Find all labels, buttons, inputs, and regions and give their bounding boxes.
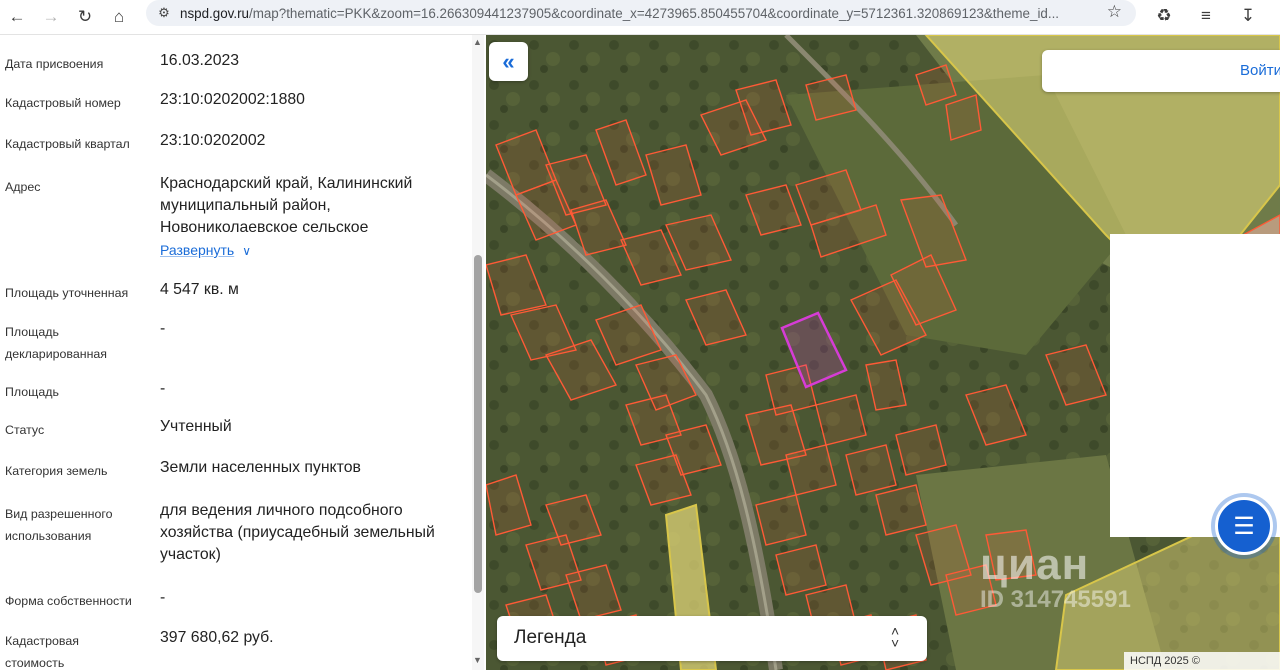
info-row-value-line: Новониколаевское сельское: [160, 219, 369, 236]
info-row-value[interactable]: -: [160, 587, 460, 609]
info-row-label-line: использования: [5, 529, 92, 543]
info-row-label-line: стоимость: [5, 656, 65, 670]
info-row-value[interactable]: Краснодарский край, Калининский муниципал…: [160, 173, 460, 239]
info-row-value-line: муниципальный район,: [160, 197, 331, 214]
puzzle-icon[interactable]: ♻: [1148, 2, 1180, 30]
map-info-overlay: [1110, 234, 1280, 537]
info-row-label: Площадь: [5, 385, 59, 399]
login-button[interactable]: Войти: [1240, 62, 1280, 79]
info-row-value[interactable]: 23:10:0202002:1880: [160, 89, 460, 111]
url-text[interactable]: nspd.gov.ru/map?thematic=PKK&zoom=16.266…: [180, 6, 1080, 21]
info-row-label: Площадь уточненная: [5, 286, 129, 300]
home-icon[interactable]: ⌂: [102, 2, 136, 32]
url-host: nspd.gov.ru: [180, 5, 249, 21]
legend-bar[interactable]: Легенда ˄ ˅: [497, 616, 927, 661]
info-row-value-line: участок): [160, 546, 221, 563]
chevron-down-icon: ∨: [242, 244, 252, 258]
scrollbar-thumb[interactable]: [474, 255, 482, 593]
info-row-label-line: декларированная: [5, 347, 108, 361]
scroll-up-icon[interactable]: ▲: [473, 37, 482, 47]
address-bar[interactable]: ⚙ nspd.gov.ru/map?thematic=PKK&zoom=16.2…: [146, 0, 1136, 26]
info-row-label: Вид разрешенного использования: [5, 503, 145, 547]
info-row-label-line: Кадастровая: [5, 634, 79, 648]
browser-toolbar: ← → ↻ ⌂ ⚙ nspd.gov.ru/map?thematic=PKK&z…: [0, 0, 1280, 35]
watermark-logo: циан: [980, 540, 1090, 589]
watermark-id: ID 314745591: [980, 586, 1131, 613]
tune-icon[interactable]: ⚙: [152, 5, 176, 21]
info-row-value-line: для ведения личного подсобного: [160, 502, 403, 519]
info-row-label: Форма собственности: [5, 594, 132, 608]
arrow-left-icon[interactable]: ←: [0, 2, 34, 32]
login-box[interactable]: Войти: [1042, 50, 1280, 92]
info-row-label: Статус: [5, 423, 45, 437]
scroll-down-icon[interactable]: ▼: [473, 655, 482, 665]
expand-link[interactable]: Развернуть ∨: [160, 242, 251, 258]
info-row-label-line: Вид разрешенного: [5, 507, 113, 521]
info-row-label: Категория земель: [5, 464, 108, 478]
up-down-chevron-icon[interactable]: ˄ ˅: [891, 624, 899, 650]
list-icon[interactable]: ≡: [1190, 2, 1222, 30]
info-row-label: Адрес: [5, 180, 41, 194]
info-row-label: Площадь декларированная: [5, 321, 145, 365]
info-row-value-line: хозяйства (приусадебный земельный: [160, 524, 435, 541]
legend-label: Легенда: [514, 627, 587, 648]
expand-link-label: Развернуть: [160, 242, 235, 258]
info-row-value[interactable]: Учтенный: [160, 416, 460, 438]
info-row-value[interactable]: 4 547 кв. м: [160, 279, 460, 301]
info-row-label-line: Площадь: [5, 325, 59, 339]
info-row-value-line: Краснодарский край, Калининский: [160, 175, 413, 192]
reload-icon[interactable]: ↻: [68, 2, 102, 32]
info-row-label: Кадастровый квартал: [5, 137, 130, 151]
info-row-value[interactable]: для ведения личного подсобного хозяйства …: [160, 500, 460, 566]
info-row-label: Кадастровая стоимость: [5, 630, 145, 670]
arrow-right-icon[interactable]: →: [34, 2, 68, 32]
info-row-value[interactable]: -: [160, 318, 460, 340]
star-icon[interactable]: ☆: [1107, 2, 1122, 22]
info-row-label: Кадастровый номер: [5, 96, 121, 110]
map-copyright: НСПД 2025 ©: [1124, 652, 1280, 670]
download-icon[interactable]: ↧: [1232, 2, 1264, 30]
url-path: /map?thematic=PKK&zoom=16.26630944123790…: [248, 5, 1060, 21]
info-row-value[interactable]: 397 680,62 руб.: [160, 627, 460, 649]
info-row-value[interactable]: 23:10:0202002: [160, 130, 460, 152]
info-row-label: Дата присвоения: [5, 57, 104, 71]
info-row-value[interactable]: -: [160, 378, 460, 400]
parcel-info-panel: Дата присвоения 16.03.2023 Кадастровый ном…: [0, 35, 486, 670]
info-row-value[interactable]: 16.03.2023: [160, 50, 460, 72]
double-chevron-left-icon[interactable]: «: [489, 42, 528, 81]
chat-icon[interactable]: ☰: [1215, 497, 1273, 555]
info-row-value[interactable]: Земли населенных пунктов: [160, 457, 460, 479]
